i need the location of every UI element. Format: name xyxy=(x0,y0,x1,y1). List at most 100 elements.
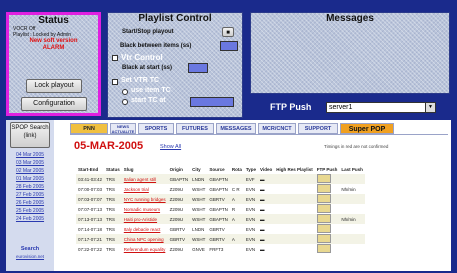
tab-pnn[interactable]: PNN xyxy=(70,123,108,134)
slug-link[interactable]: Jackson trial xyxy=(122,184,168,194)
last-push-cell: Nh/min xyxy=(339,214,365,224)
ftp-push-button[interactable] xyxy=(314,174,340,184)
ftp-server-select[interactable]: server1 ▼ xyxy=(326,102,436,113)
source-cell: GBAPTN xyxy=(207,214,230,224)
table-row[interactable]: 07:22-07:22 TRS Referendum equality Z209U GN… xyxy=(76,244,365,254)
tab-mcr-cnct[interactable]: MCR/CNCT xyxy=(258,123,296,134)
tab-messages[interactable]: MESSAGES xyxy=(216,123,256,134)
date-link[interactable]: 04 Mar 2005 xyxy=(6,151,54,159)
video-icon[interactable]: ▬ xyxy=(258,204,274,214)
start-end-cell: 07:17-07:21 xyxy=(76,234,105,244)
ftp-push-button[interactable] xyxy=(314,214,340,224)
table-row[interactable]: 07:17-07:21 TRS China NPC opening GBRTV WSHT… xyxy=(76,234,365,244)
vtr-control-label: Vtr Control xyxy=(121,53,163,62)
type-cell: EVN xyxy=(245,186,256,192)
table-row[interactable]: 03:41-03:42 TRS Italian agent still GBAPTN L… xyxy=(76,174,365,184)
source-cell: GBAPTN xyxy=(209,186,228,192)
search-footer[interactable]: Search xyxy=(6,246,54,252)
ftp-push-button[interactable] xyxy=(314,194,340,204)
table-row[interactable]: 07:03-07:07 TRS NYC running bridges Z209U WS… xyxy=(76,194,365,204)
slug-link[interactable]: Referendum equality xyxy=(122,244,168,254)
messages-title: Messages xyxy=(326,13,374,24)
type-cell: EVN xyxy=(243,214,259,224)
tab-sports[interactable]: SPORTS xyxy=(138,123,174,134)
video-icon[interactable]: ▬ xyxy=(258,244,274,254)
set-vtr-tc-label: Set VTR TC xyxy=(121,77,160,84)
tab-support[interactable]: SUPPORT xyxy=(298,123,338,134)
slug-link[interactable]: NYC running bridges xyxy=(121,194,168,204)
date-link[interactable]: 03 Mar 2005 xyxy=(6,159,54,167)
table-row[interactable]: 07:14-07:18 TRS Italy debacle react GBRTV LN… xyxy=(76,224,365,234)
date-link[interactable]: 25 Feb 2005 xyxy=(6,207,54,215)
lock-playout-button[interactable]: Lock playout xyxy=(26,79,82,93)
sidebar: SPOP Search (link) 04 Mar 2005 03 Mar 20… xyxy=(6,120,54,271)
high-res-playlist-cell xyxy=(274,234,315,244)
high-res-playlist-cell xyxy=(274,194,315,204)
ftp-push-button[interactable] xyxy=(315,184,340,194)
date-link[interactable]: 28 Feb 2005 xyxy=(6,183,54,191)
slug-link[interactable]: Nomadic museum xyxy=(122,204,168,214)
type-cell: EVF xyxy=(243,174,259,184)
start-tc-input[interactable] xyxy=(190,97,234,107)
col-header: Status xyxy=(106,166,120,172)
start-tc-at-radio[interactable] xyxy=(122,99,128,105)
video-icon[interactable]: ▬ xyxy=(258,194,275,204)
start-stop-button[interactable]: ■ xyxy=(222,27,234,37)
eurovision-link[interactable]: eurovision.net xyxy=(6,254,54,259)
configuration-button[interactable]: Configuration xyxy=(21,97,87,111)
start-end-cell: 07:07-07:13 xyxy=(78,206,103,212)
source-cell: GBAPTN xyxy=(207,174,230,184)
origin-cell: Z209U xyxy=(169,246,184,252)
use-item-tc-radio[interactable] xyxy=(122,89,128,95)
rota-cell xyxy=(230,244,244,254)
date-link[interactable]: 02 Mar 2005 xyxy=(6,167,54,175)
tab-news[interactable]: NEWS ACTUALITE xyxy=(110,123,136,134)
ftp-push-button[interactable] xyxy=(314,234,340,244)
video-icon[interactable]: ▬ xyxy=(258,174,275,184)
slug-link[interactable]: Haiti pro-Aristide xyxy=(121,214,168,224)
table-row[interactable]: 07:13-07:13 TRS Haiti pro-Aristide Z209U WSH… xyxy=(76,214,365,224)
date-link[interactable]: 01 Mar 2005 xyxy=(6,175,54,183)
col-header: Start-End xyxy=(78,166,99,172)
col-header: Origin xyxy=(169,166,183,172)
spop-search-button[interactable]: SPOP Search (link) xyxy=(10,122,50,148)
schedule-table: Start-End Status Slug Origin City Source… xyxy=(76,164,365,254)
video-icon[interactable]: ▬ xyxy=(258,184,274,194)
video-icon[interactable]: ▬ xyxy=(258,214,275,224)
start-end-cell: 03:41-03:42 xyxy=(76,174,105,184)
status-cell: TRS xyxy=(106,246,116,252)
video-icon[interactable]: ▬ xyxy=(258,234,275,244)
status-cell: TRS xyxy=(106,226,116,232)
vtr-control-checkbox[interactable] xyxy=(112,55,118,61)
start-end-cell: 07:03-07:07 xyxy=(76,194,105,204)
ftp-push-button[interactable] xyxy=(315,204,340,214)
chevron-down-icon: ▼ xyxy=(425,103,435,112)
table-row[interactable]: 07:07-07:13 TRS Nomadic museum Z209U WSHT GBA… xyxy=(76,204,365,214)
slug-link[interactable]: China NPC opening xyxy=(121,234,168,244)
ftp-push-icon xyxy=(316,214,331,223)
last-push-cell xyxy=(339,224,365,234)
video-icon[interactable]: ▬ xyxy=(258,224,274,234)
schedule-area: SPOP Search (link) 04 Mar 2005 03 Mar 20… xyxy=(6,120,451,271)
status-cell: TRS xyxy=(104,234,122,244)
set-vtr-tc-checkbox[interactable] xyxy=(112,79,118,85)
date-link[interactable]: 24 Feb 2005 xyxy=(6,215,54,223)
ftp-push-button[interactable] xyxy=(315,244,340,254)
black-between-input[interactable] xyxy=(220,41,238,51)
city-cell: GNVE xyxy=(192,246,205,252)
date-link[interactable]: 26 Feb 2005 xyxy=(6,199,54,207)
show-all-link[interactable]: Show All xyxy=(160,144,181,150)
black-at-start-input[interactable] xyxy=(188,63,208,73)
high-res-playlist-cell xyxy=(274,244,315,254)
tab-super-pop[interactable]: Super POP xyxy=(340,123,394,134)
table-row[interactable]: 07:00-07:03 TRS Jackson trial Z209U WSHT GBAP… xyxy=(76,184,365,194)
type-cell: EVN xyxy=(243,194,259,204)
ftp-push-button[interactable] xyxy=(315,224,340,234)
date-link[interactable]: 27 Feb 2005 xyxy=(6,191,54,199)
col-header: City xyxy=(192,166,201,172)
slug-link[interactable]: Italy debacle react xyxy=(122,224,168,234)
slug-link[interactable]: Italian agent still xyxy=(121,174,168,184)
start-end-cell: 07:22-07:22 xyxy=(78,246,103,252)
city-cell: LNDN xyxy=(192,226,205,232)
tab-futures[interactable]: FUTURES xyxy=(176,123,214,134)
